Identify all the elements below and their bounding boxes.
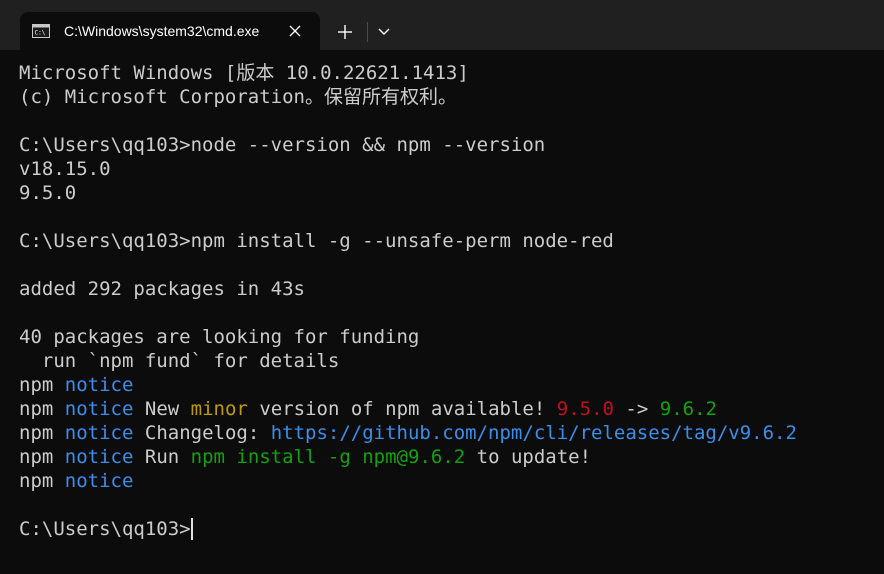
funding-line-1: 40 packages are looking for funding xyxy=(19,326,420,348)
command-text: npm install -g --unsafe-perm node-red xyxy=(190,230,614,252)
chevron-down-icon[interactable] xyxy=(374,21,394,41)
close-icon[interactable] xyxy=(286,22,304,40)
notice-label: notice xyxy=(64,374,134,396)
header-line-1: Microsoft Windows [版本 10.0.22621.1413] xyxy=(19,62,469,84)
npm-label: npm xyxy=(19,422,54,444)
command-line-1: C:\Users\qq103>node --version && npm --v… xyxy=(19,133,545,157)
run-suffix: to update! xyxy=(476,446,592,468)
notice-line-3: npm notice Changelog: https://github.com… xyxy=(19,421,797,445)
notice-line-1: npm notice xyxy=(19,373,133,397)
command-line-2: C:\Users\qq103>npm install -g --unsafe-p… xyxy=(19,229,614,253)
new-label: New xyxy=(144,398,180,420)
final-prompt-line[interactable]: C:\Users\qq103> xyxy=(19,517,193,541)
minor-label: minor xyxy=(190,398,248,420)
cmd-icon: C:\ xyxy=(32,24,50,38)
changelog-label: Changelog: xyxy=(144,422,260,444)
tab-bar: C:\ C:\Windows\system32\cmd.exe xyxy=(0,0,884,50)
terminal-window: C:\ C:\Windows\system32\cmd.exe Microsof… xyxy=(0,0,884,574)
npm-label: npm xyxy=(19,470,54,492)
notice-line-5: npm notice xyxy=(19,469,133,493)
added-output: added 292 packages in 43s xyxy=(19,278,305,300)
svg-text:C:\: C:\ xyxy=(35,30,46,37)
plus-icon[interactable] xyxy=(332,19,358,45)
prompt: C:\Users\qq103> xyxy=(19,518,191,540)
notice-label: notice xyxy=(64,446,134,468)
node-version-output: v18.15.0 xyxy=(19,158,111,180)
version-available-text: version of npm available! xyxy=(259,398,546,420)
npm-version-output: 9.5.0 xyxy=(19,182,77,204)
prompt: C:\Users\qq103> xyxy=(19,230,191,252)
header-line-2: (c) Microsoft Corporation。保留所有权利。 xyxy=(19,86,457,108)
npm-label: npm xyxy=(19,374,54,396)
new-version: 9.6.2 xyxy=(659,398,717,420)
notice-label: notice xyxy=(64,470,134,492)
notice-line-2: npm notice New minor version of npm avai… xyxy=(19,397,717,421)
text-cursor xyxy=(190,518,193,540)
tab-title: C:\Windows\system32\cmd.exe xyxy=(64,23,260,39)
changelog-link[interactable]: https://github.com/npm/cli/releases/tag/… xyxy=(271,422,797,444)
terminal-output[interactable]: Microsoft Windows [版本 10.0.22621.1413] (… xyxy=(0,50,884,574)
notice-line-4: npm notice Run npm install -g npm@9.6.2 … xyxy=(19,445,591,469)
tab-cmd[interactable]: C:\ C:\Windows\system32\cmd.exe xyxy=(20,12,320,50)
command-text: node --version && npm --version xyxy=(190,134,546,156)
notice-label: notice xyxy=(64,422,134,444)
run-label: Run xyxy=(144,446,180,468)
tab-separator xyxy=(367,22,368,42)
run-command: npm install -g npm@9.6.2 xyxy=(190,446,466,468)
funding-line-2: run `npm fund` for details xyxy=(19,350,340,372)
notice-label: notice xyxy=(64,398,134,420)
npm-label: npm xyxy=(19,398,54,420)
arrow: -> xyxy=(625,398,649,420)
npm-label: npm xyxy=(19,446,54,468)
prompt: C:\Users\qq103> xyxy=(19,134,191,156)
old-version: 9.5.0 xyxy=(556,398,614,420)
